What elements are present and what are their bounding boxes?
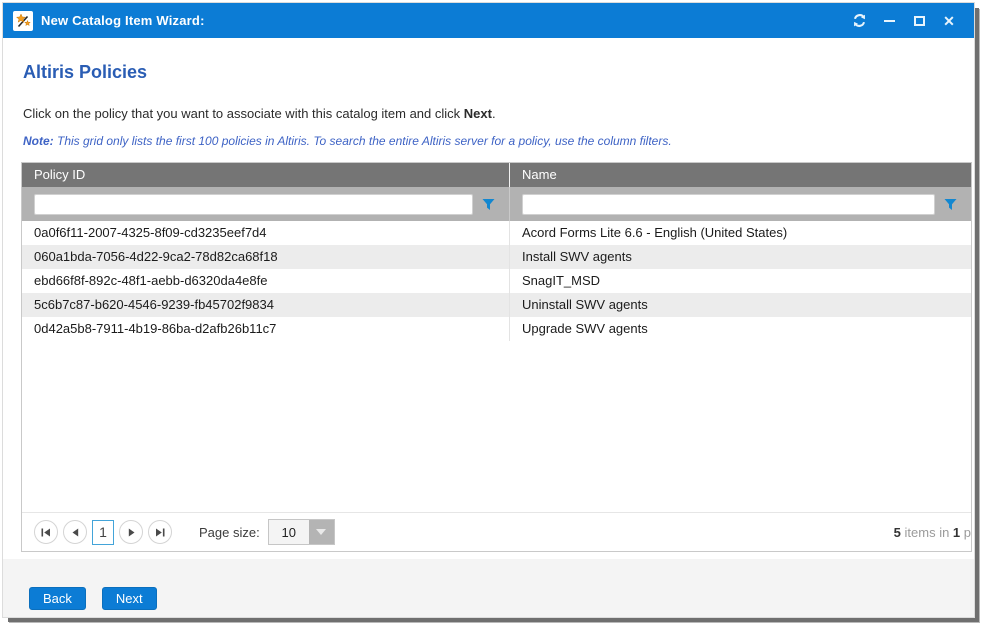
filter-cell-name	[509, 187, 971, 221]
name-filter-funnel-icon[interactable]	[935, 192, 965, 216]
grid-header-row: Policy ID Name	[22, 163, 971, 187]
minimize-icon[interactable]	[874, 8, 904, 34]
note-label: Note:	[23, 134, 54, 148]
note-body: This grid only lists the first 100 polic…	[54, 134, 672, 148]
close-icon[interactable]: ✕	[934, 8, 964, 34]
name-cell[interactable]: SnagIT_MSD	[509, 269, 971, 293]
items-count-suffix: p	[960, 525, 971, 540]
first-page-button[interactable]	[34, 520, 58, 544]
maximize-icon[interactable]	[904, 8, 934, 34]
previous-page-button[interactable]	[63, 520, 87, 544]
policies-grid: Policy ID Name 0a0f6f11-20	[21, 162, 972, 552]
note-text: Note: This grid only lists the first 100…	[23, 134, 974, 148]
name-cell[interactable]: Install SWV agents	[509, 245, 971, 269]
wizard-app-icon	[13, 11, 33, 31]
name-cell[interactable]: Acord Forms Lite 6.6 - English (United S…	[509, 221, 971, 245]
wizard-content: Altiris Policies Click on the policy tha…	[3, 38, 974, 559]
page-size-value: 10	[269, 520, 309, 544]
policy-id-filter-funnel-icon[interactable]	[473, 192, 503, 216]
grid-filter-row	[22, 187, 971, 221]
policy-id-cell[interactable]: 0d42a5b8-7911-4b19-86ba-d2afb26b11c7	[22, 317, 509, 341]
table-row[interactable]: 060a1bda-7056-4d22-9ca2-78d82ca68f18 Ins…	[22, 245, 971, 269]
back-button[interactable]: Back	[29, 587, 86, 610]
page-title: Altiris Policies	[23, 62, 974, 83]
instruction-text: Click on the policy that you want to ass…	[23, 106, 974, 121]
name-cell[interactable]: Uninstall SWV agents	[509, 293, 971, 317]
table-row[interactable]: 0a0f6f11-2007-4325-8f09-cd3235eef7d4 Aco…	[22, 221, 971, 245]
instruction-next-ref: Next	[464, 106, 492, 121]
items-count-text: items in	[901, 525, 953, 540]
title-bar: New Catalog Item Wizard: ✕	[3, 3, 974, 38]
policy-id-cell[interactable]: 0a0f6f11-2007-4325-8f09-cd3235eef7d4	[22, 221, 509, 245]
policy-id-cell[interactable]: 060a1bda-7056-4d22-9ca2-78d82ca68f18	[22, 245, 509, 269]
items-count-number: 5	[894, 525, 901, 540]
filter-cell-policy-id	[22, 187, 509, 221]
wizard-window: New Catalog Item Wizard: ✕ Altiris Polic…	[2, 2, 975, 618]
refresh-icon[interactable]	[844, 8, 874, 34]
next-page-button[interactable]	[119, 520, 143, 544]
window-controls: ✕	[844, 8, 964, 34]
grid-pager: 1 Page size: 10 5 items in 1 p	[22, 512, 971, 551]
instruction-post: .	[492, 106, 496, 121]
policy-id-filter-input[interactable]	[34, 194, 473, 215]
next-button[interactable]: Next	[102, 587, 157, 610]
grid-empty-area	[22, 341, 971, 512]
name-filter-input[interactable]	[522, 194, 935, 215]
policy-id-cell[interactable]: ebd66f8f-892c-48f1-aebb-d6320da4e8fe	[22, 269, 509, 293]
column-header-policy-id[interactable]: Policy ID	[22, 163, 509, 187]
chevron-down-icon[interactable]	[309, 520, 334, 544]
name-cell[interactable]: Upgrade SWV agents	[509, 317, 971, 341]
items-count-status: 5 items in 1 p	[894, 525, 971, 540]
page-size-label: Page size:	[199, 525, 260, 540]
page-size-dropdown[interactable]: 10	[268, 519, 335, 545]
last-page-button[interactable]	[148, 520, 172, 544]
table-row[interactable]: 0d42a5b8-7911-4b19-86ba-d2afb26b11c7 Upg…	[22, 317, 971, 341]
policy-id-cell[interactable]: 5c6b7c87-b620-4546-9239-fb45702f9834	[22, 293, 509, 317]
window-title: New Catalog Item Wizard:	[41, 13, 205, 28]
column-header-name[interactable]: Name	[509, 163, 971, 187]
table-row[interactable]: 5c6b7c87-b620-4546-9239-fb45702f9834 Uni…	[22, 293, 971, 317]
wizard-footer: Back Next	[3, 559, 974, 617]
current-page-indicator[interactable]: 1	[92, 520, 114, 545]
instruction-pre: Click on the policy that you want to ass…	[23, 106, 464, 121]
table-row[interactable]: ebd66f8f-892c-48f1-aebb-d6320da4e8fe Sna…	[22, 269, 971, 293]
